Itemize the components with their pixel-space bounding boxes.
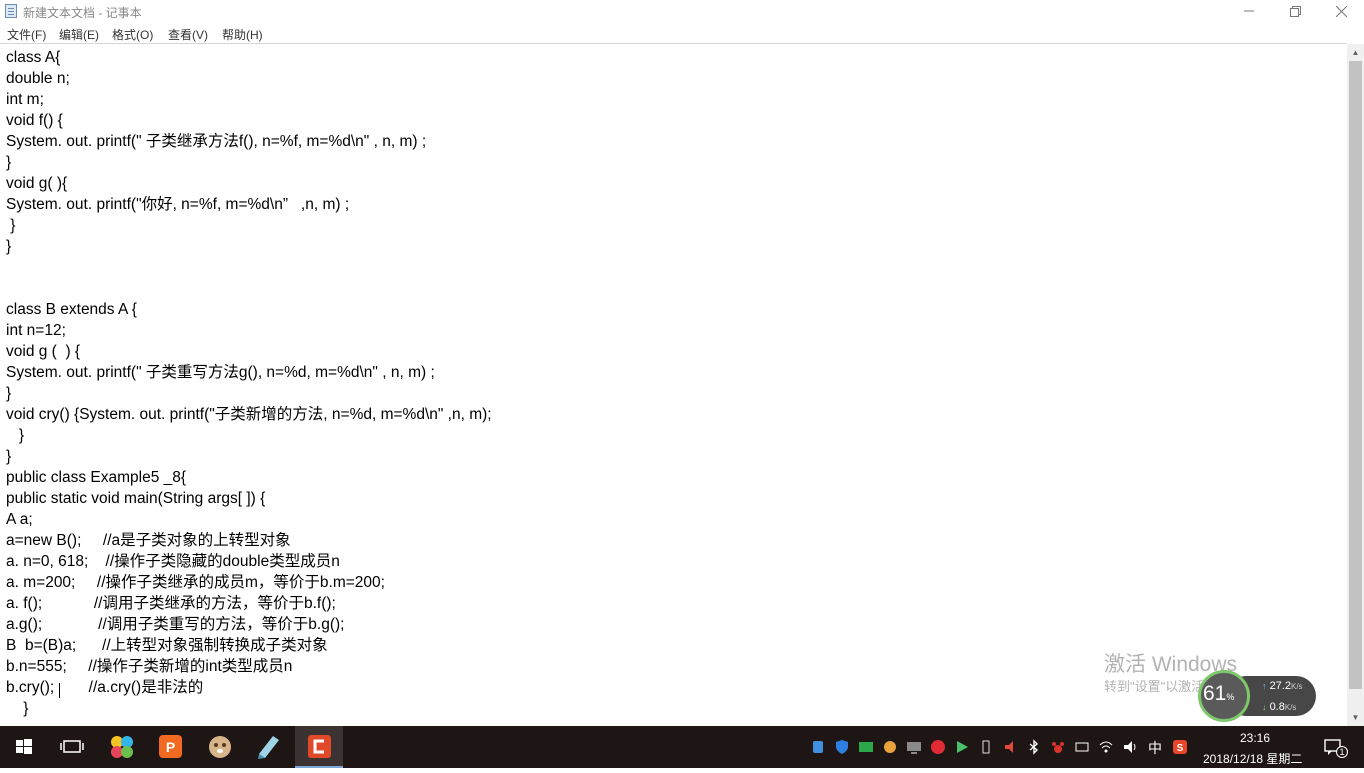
code-line: System. out. printf(" 子类继承方法f(), n=%f, m… — [6, 133, 427, 150]
text-editor[interactable]: class A{ double n; int m; void f() { System.… — [0, 43, 1347, 727]
scrollbar-thumb[interactable] — [1349, 61, 1362, 689]
menu-format[interactable]: 格式(O) — [112, 26, 153, 43]
code-line: void cry() {System. out. printf("子类新增的方法… — [6, 406, 492, 423]
notepad-icon — [5, 4, 17, 18]
svg-text:S: S — [1177, 743, 1184, 754]
wifi-icon[interactable] — [1098, 739, 1114, 755]
code-line: void g( ){ — [6, 175, 68, 192]
code-line: } — [6, 238, 12, 255]
code-line: } — [6, 448, 12, 465]
clock-time[interactable]: 23:16 — [1240, 731, 1270, 745]
code-line: A a; — [6, 511, 33, 528]
tray-volume-red-icon[interactable] — [1002, 739, 1018, 755]
sogou-input-icon[interactable]: S — [1172, 739, 1188, 755]
code-line: void f() { — [6, 112, 63, 129]
tray-keyboard-icon[interactable] — [858, 739, 874, 755]
code-line: } — [6, 427, 25, 444]
download-speed: ↓ 0.8K/s — [1262, 701, 1297, 713]
code-line: void g ( ) { — [6, 343, 81, 360]
code-line: a.g(); //调用子类重写的方法，等价于b.g(); — [6, 616, 345, 633]
tray-shield-icon[interactable] — [834, 739, 850, 755]
code-line: public static void main(String args[ ]) … — [6, 490, 266, 507]
cat-app-icon[interactable] — [195, 726, 243, 768]
code-line: System. out. printf("你好, n=%f, m=%d\n” ,… — [6, 196, 350, 213]
code-line: class A{ — [6, 49, 61, 66]
upload-speed: ↑ 27.2K/s — [1262, 680, 1303, 692]
code-line: public class Example5 _8{ — [6, 469, 187, 486]
code-line: double n; — [6, 70, 70, 87]
code-line: B b=(B)a; //上转型对象强制转换成子类对象 — [6, 637, 328, 654]
scroll-up-arrow-icon[interactable]: ▲ — [1347, 44, 1364, 61]
notification-count: 1 — [1336, 746, 1348, 758]
input-method-indicator[interactable]: 中 — [1148, 738, 1162, 758]
code-line: b.n=555; //操作子类新增的int类型成员n — [6, 658, 293, 675]
tray-security-icon[interactable] — [810, 739, 826, 755]
tray-music-icon[interactable] — [930, 739, 946, 755]
title-bar[interactable]: 新建文本文档 - 记事本 — [0, 0, 1364, 22]
windows-start-icon[interactable] — [0, 726, 48, 768]
camtasia-icon[interactable] — [295, 726, 343, 768]
tray-paw-icon[interactable] — [1050, 739, 1066, 755]
taskbar: P 中 S 23:16 2018/12/18 星期二 1 — [0, 726, 1364, 768]
close-button[interactable] — [1318, 0, 1364, 22]
svg-text:P: P — [166, 739, 175, 755]
minimize-button[interactable] — [1226, 0, 1272, 22]
restore-button[interactable] — [1272, 0, 1318, 22]
upload-arrow-icon: ↑ — [1262, 681, 1267, 691]
bluetooth-icon[interactable] — [1026, 739, 1042, 755]
task-view-icon[interactable] — [48, 726, 96, 768]
code-line: b.cry(); //a.cry()是非法的 — [6, 679, 204, 696]
code-line: class B extends A { — [6, 301, 137, 318]
code-line: int n=12; — [6, 322, 66, 339]
volume-icon[interactable] — [1122, 739, 1138, 755]
network-speed-widget[interactable]: 61% ↑ 27.2K/s ↓ 0.8K/s — [1198, 670, 1316, 722]
scroll-down-arrow-icon[interactable]: ▼ — [1347, 709, 1364, 726]
code-line: int m; — [6, 91, 44, 108]
menu-help[interactable]: 帮助(H) — [222, 26, 263, 43]
code-line: } — [6, 385, 12, 402]
menu-view[interactable]: 查看(V) — [168, 26, 208, 43]
pinwheel-app-icon[interactable] — [97, 726, 145, 768]
download-arrow-icon: ↓ — [1262, 702, 1267, 712]
menu-file[interactable]: 文件(F) — [7, 26, 46, 43]
code-line: } — [6, 700, 29, 717]
tray-usb-icon[interactable] — [978, 739, 994, 755]
tray-mascot-icon[interactable] — [882, 739, 898, 755]
wps-presentation-icon[interactable]: P — [146, 726, 194, 768]
text-caret — [59, 683, 60, 698]
memory-percent: 61% — [1203, 682, 1235, 705]
menu-edit[interactable]: 编辑(E) — [59, 26, 99, 43]
code-line: } — [6, 154, 12, 171]
tray-network-icon[interactable] — [1074, 739, 1090, 755]
code-line: a. n=0, 618; //操作子类隐藏的double类型成员n — [6, 553, 340, 570]
menu-bar: 文件(F) 编辑(E) 格式(O) 查看(V) 帮助(H) — [0, 22, 1364, 43]
pen-app-icon[interactable] — [244, 726, 292, 768]
tray-monitor-icon[interactable] — [906, 739, 922, 755]
notification-center-icon[interactable]: 1 — [1324, 738, 1348, 761]
code-line: a=new B(); //a是子类对象的上转型对象 — [6, 532, 291, 549]
code-line: } — [6, 217, 16, 234]
code-line: a. f(); //调用子类继承的方法，等价于b.f(); — [6, 595, 336, 612]
code-line: a. m=200; //操作子类继承的成员m，等价于b.m=200; — [6, 574, 385, 591]
code-line: System. out. printf(" 子类重写方法g(), n=%d, m… — [6, 364, 435, 381]
tray-play-icon[interactable] — [954, 739, 970, 755]
vertical-scrollbar[interactable]: ▲ ▼ — [1347, 44, 1364, 726]
clock-date[interactable]: 2018/12/18 星期二 — [1203, 750, 1302, 767]
window-title: 新建文本文档 - 记事本 — [23, 6, 142, 20]
